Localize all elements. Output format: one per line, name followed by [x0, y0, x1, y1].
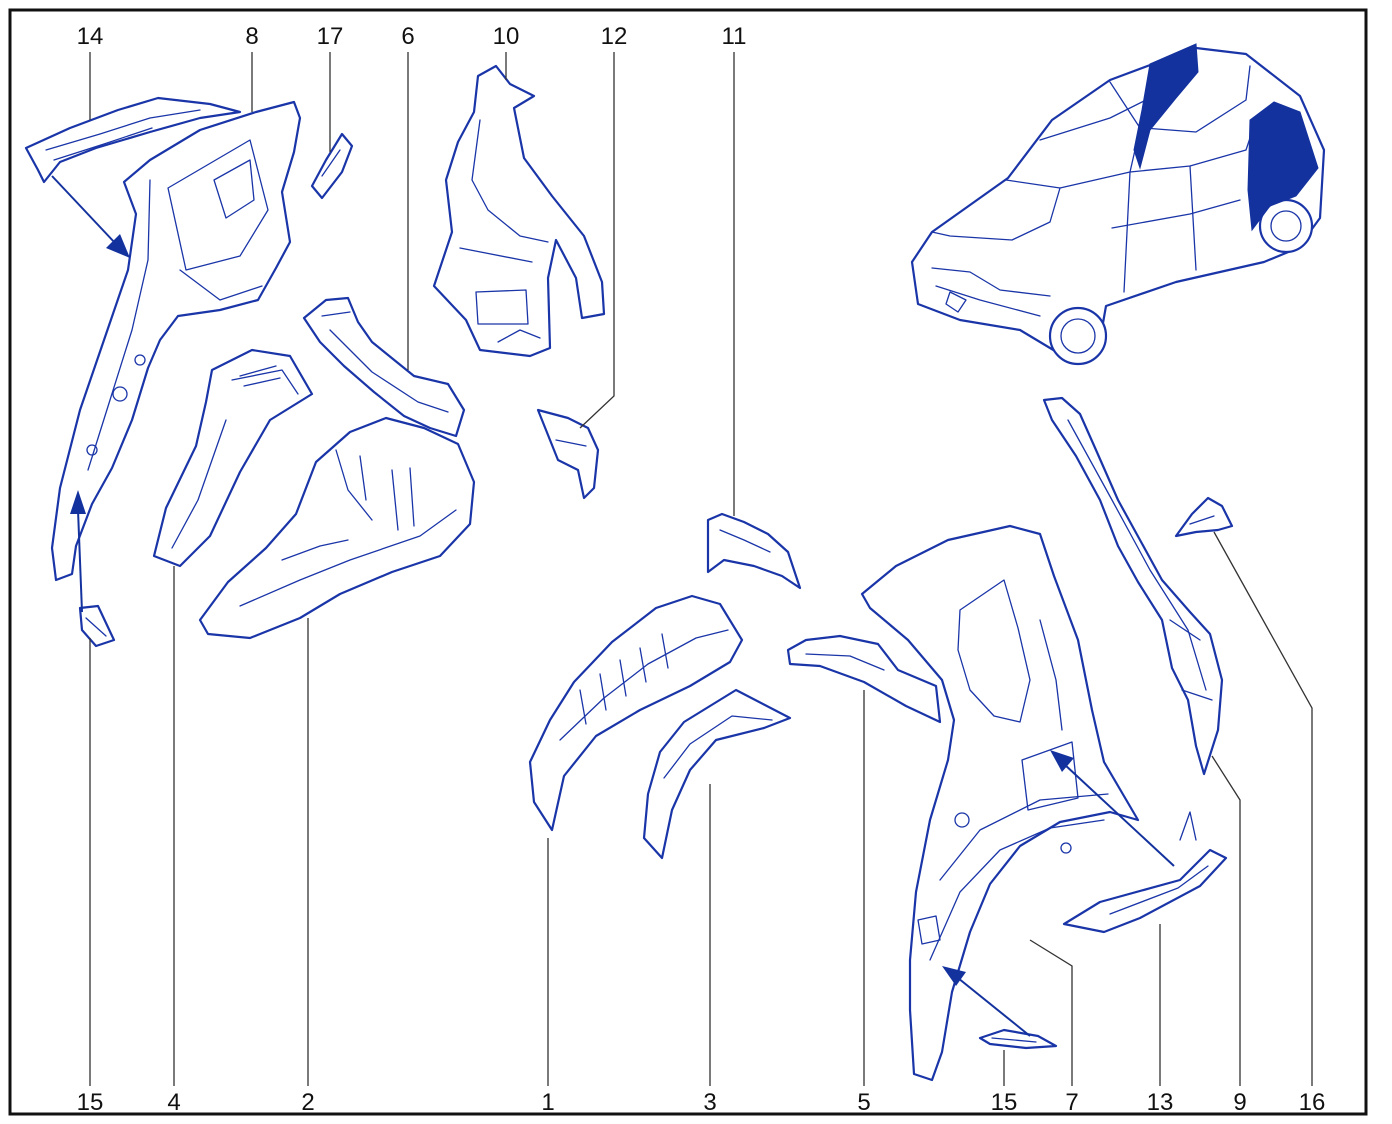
part-11 [706, 512, 802, 590]
callout-6: 6 [401, 23, 414, 50]
callout-14: 14 [77, 23, 104, 50]
callout-2: 2 [301, 1089, 314, 1116]
part-3 [642, 688, 792, 860]
callouts-bottom: 15 4 2 1 3 5 15 7 13 9 16 [77, 1089, 1326, 1116]
callout-13: 13 [1147, 1089, 1174, 1116]
part-15a [78, 604, 116, 648]
part-12 [536, 408, 600, 500]
callout-15-right: 15 [991, 1089, 1018, 1116]
callout-3: 3 [703, 1089, 716, 1116]
callout-16: 16 [1299, 1089, 1326, 1116]
callout-17: 17 [317, 23, 344, 50]
car-overview [910, 43, 1326, 366]
callout-11: 11 [722, 23, 747, 50]
part-17 [310, 132, 354, 200]
part-15b [978, 1028, 1058, 1050]
part-13 [1062, 811, 1228, 934]
callout-4: 4 [167, 1089, 180, 1116]
callout-7: 7 [1065, 1089, 1078, 1116]
part-10 [432, 64, 606, 358]
arrow-14-to-8 [51, 175, 130, 258]
callout-9: 9 [1233, 1089, 1246, 1116]
part-6 [302, 296, 466, 438]
part-7 [860, 524, 1140, 1082]
callout-15-left: 15 [77, 1089, 104, 1116]
callout-8: 8 [245, 23, 258, 50]
callout-5: 5 [857, 1089, 870, 1116]
callout-1: 1 [541, 1089, 554, 1116]
callout-10: 10 [493, 23, 520, 50]
callout-12: 12 [601, 23, 628, 50]
part-16 [1174, 496, 1234, 538]
callouts-top: 14 8 17 6 10 12 11 [77, 23, 747, 50]
arrow-15-to-7 [942, 966, 1031, 1037]
parts-diagram: 14 8 17 6 10 12 11 15 4 2 1 3 5 15 7 13 … [8, 8, 1368, 1116]
